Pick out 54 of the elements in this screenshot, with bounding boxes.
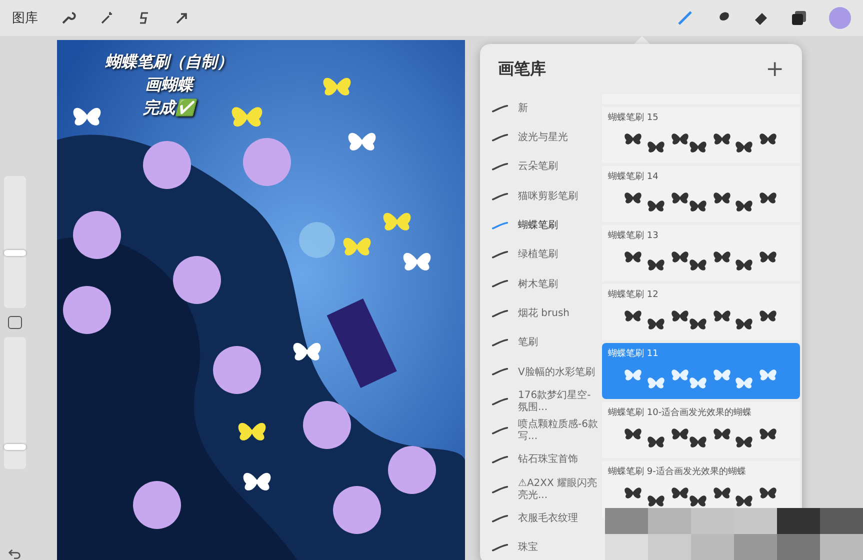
brush-set-item[interactable]: 云朵笔刷: [480, 152, 602, 182]
brush-card[interactable]: 蝴蝶笔刷 14: [602, 166, 800, 222]
brush-stroke-icon: [492, 398, 508, 406]
brush-stroke-icon: [492, 251, 508, 260]
brush-stroke-icon: [492, 339, 508, 348]
brush-set-item[interactable]: 176款梦幻星空-氛围...: [480, 386, 602, 416]
slider-thumb[interactable]: [4, 444, 26, 450]
brush-stroke-icon: [492, 456, 508, 464]
brush-stroke-icon: [492, 544, 508, 552]
brush-stroke-icon: [492, 514, 508, 523]
brush-set-item[interactable]: 猫咪剪影笔刷: [480, 182, 602, 212]
modify-button[interactable]: [8, 316, 22, 330]
brush-stroke-icon: [492, 486, 508, 494]
brush-card[interactable]: 蝴蝶笔刷 11: [602, 343, 800, 399]
brush-set-item[interactable]: 蝴蝶笔刷: [480, 211, 602, 240]
brush-set-item[interactable]: 烟花 brush: [480, 299, 602, 328]
eraser-icon[interactable]: [753, 10, 769, 26]
brush-set-item[interactable]: 新: [480, 94, 602, 124]
brush-set-item[interactable]: 喷点颗粒质感-6款写...: [480, 416, 602, 446]
brush-stroke-icon: [492, 134, 508, 142]
brush-stroke-icon: [492, 426, 508, 435]
brush-set-item[interactable]: 衣服毛衣纹理: [480, 504, 602, 534]
brush-set-item[interactable]: 笔刷: [480, 328, 602, 358]
layers-icon[interactable]: [791, 10, 807, 26]
caption-text: 蝴蝶笔刷（自制）: [105, 52, 233, 73]
brush-stroke-icon: [492, 104, 508, 113]
brush-stroke-icon: [492, 192, 508, 201]
brush-stroke-icon: [492, 310, 508, 318]
panel-title: 画笔库: [498, 58, 547, 80]
brush-stroke-icon: [492, 368, 508, 376]
brush-card[interactable]: 蝴蝶笔刷 13: [602, 225, 800, 281]
brush-set-item[interactable]: 珠宝: [480, 533, 602, 560]
brush-card[interactable]: 蝴蝶笔刷 15: [602, 107, 800, 163]
brush-set-item[interactable]: 绿植笔刷: [480, 240, 602, 270]
undo-icon[interactable]: [8, 546, 22, 560]
gallery-button[interactable]: 图库: [12, 9, 38, 27]
brush-set-item[interactable]: 钻石珠宝首饰: [480, 446, 602, 475]
brush-set-item[interactable]: V脸幅的水彩笔刷: [480, 358, 602, 387]
caption-text: 完成✅: [143, 98, 195, 119]
slider-thumb[interactable]: [4, 250, 26, 256]
caption-text: 画蝴蝶: [145, 75, 193, 96]
brush-stroke-icon: [492, 222, 508, 230]
brush-stroke-icon: [492, 163, 508, 172]
brush-set-item[interactable]: 波光与星光: [480, 123, 602, 153]
brush-card[interactable]: 蝴蝶笔刷 12: [602, 284, 800, 340]
brush-stroke-icon: [492, 280, 508, 288]
brush-icon[interactable]: [677, 10, 693, 26]
brush-set-item[interactable]: 树木笔刷: [480, 270, 602, 300]
add-button[interactable]: +: [766, 56, 784, 82]
arrow-icon[interactable]: [174, 10, 190, 26]
color-swatch[interactable]: [829, 7, 851, 29]
brush-card[interactable]: 蝴蝶笔刷 10-适合画发光效果的蝴蝶: [602, 402, 800, 458]
brush-set-item[interactable]: ⚠A2XX 耀眼闪亮亮光...: [480, 474, 602, 504]
wrench-icon[interactable]: [60, 10, 76, 26]
